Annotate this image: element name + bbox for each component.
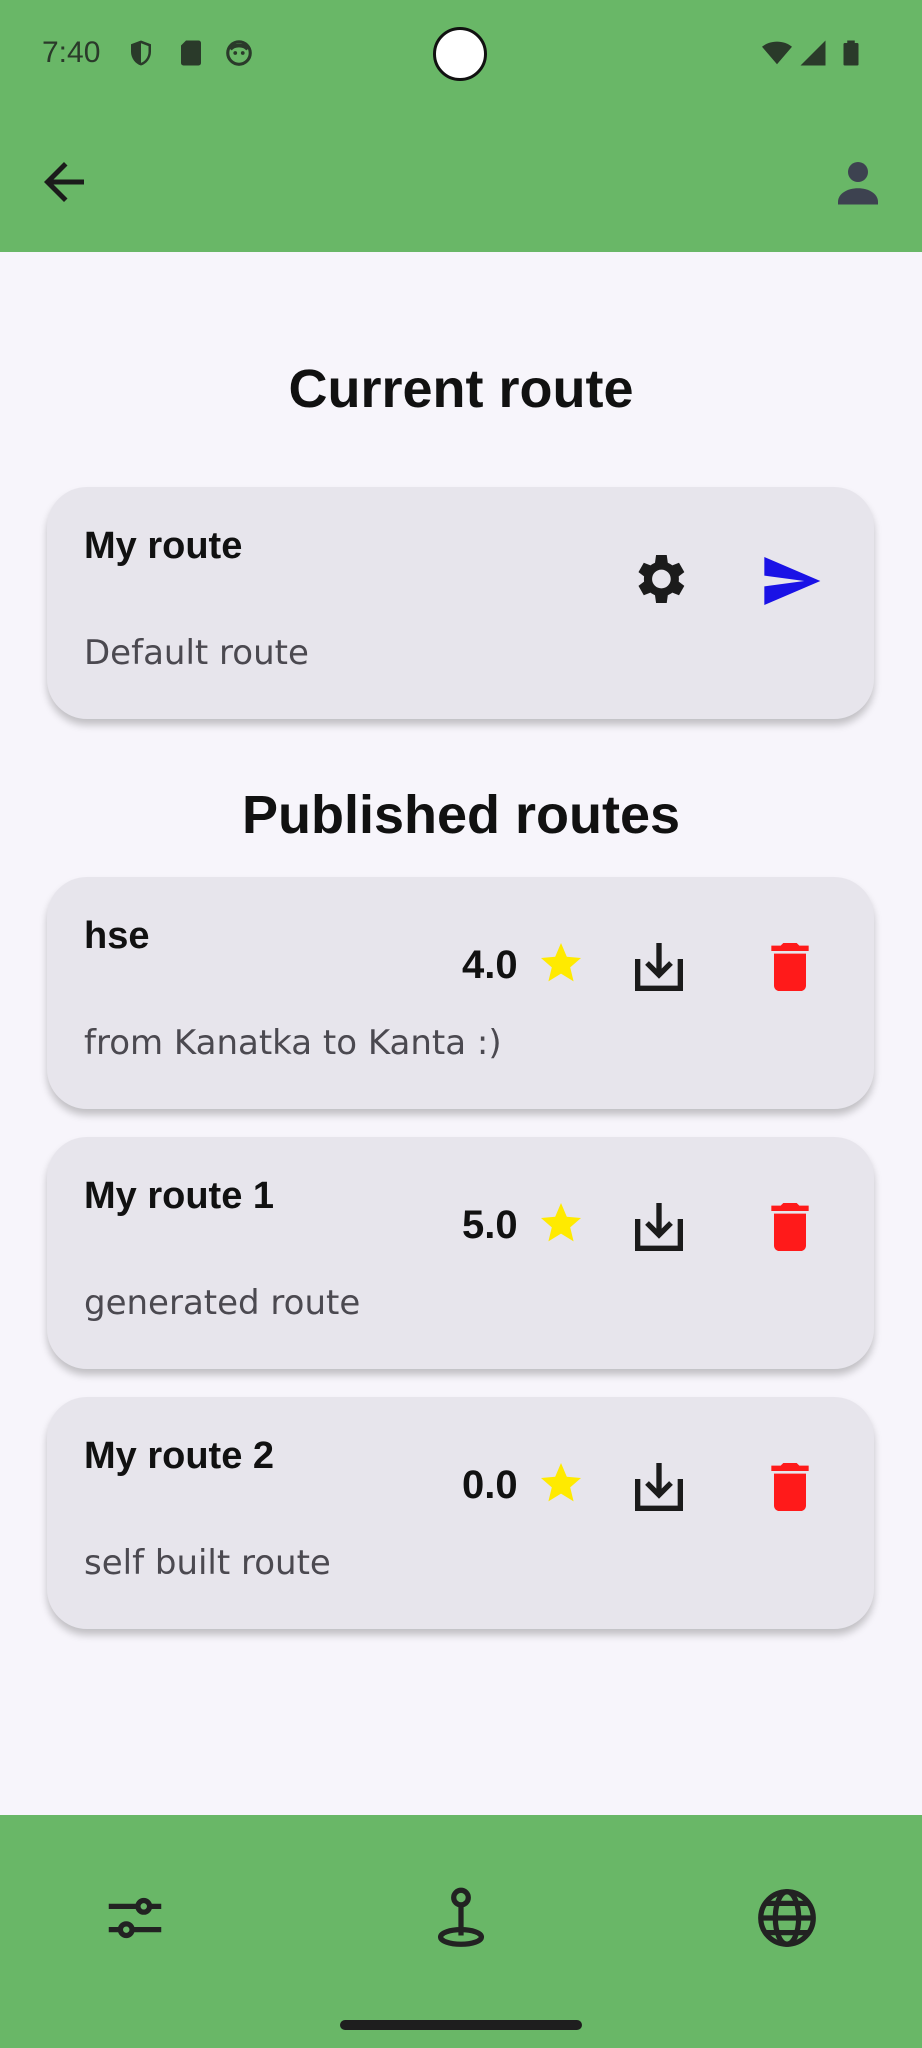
face-icon xyxy=(226,40,252,66)
published-route-card[interactable]: My route 2 self built route 0.0 xyxy=(47,1397,874,1629)
route-rating: 4.0 xyxy=(462,943,518,987)
current-route-heading: Current route xyxy=(288,359,634,419)
route-rating: 5.0 xyxy=(462,1203,518,1247)
star-icon xyxy=(541,1463,581,1502)
route-name: hse xyxy=(84,915,150,957)
published-routes-heading: Published routes xyxy=(241,785,681,845)
download-icon[interactable] xyxy=(627,1455,691,1519)
published-route-card[interactable]: hse from Kanatka to Kanta :) 4.0 xyxy=(47,877,874,1109)
delete-icon[interactable] xyxy=(758,1195,822,1259)
status-time: 7:40 xyxy=(42,36,101,69)
wifi-icon xyxy=(762,41,792,65)
current-route-card[interactable]: My route Default route xyxy=(47,487,874,719)
route-pin-icon[interactable] xyxy=(426,1883,496,1953)
download-icon[interactable] xyxy=(627,935,691,999)
camera-cutout xyxy=(433,27,487,81)
route-rating: 0.0 xyxy=(462,1463,518,1507)
route-name: My route xyxy=(84,525,243,567)
battery-icon xyxy=(843,40,859,66)
back-arrow-icon[interactable] xyxy=(34,152,94,212)
route-description: generated route xyxy=(84,1283,361,1323)
shield-icon xyxy=(131,40,151,66)
route-name: My route 2 xyxy=(84,1435,275,1477)
star-icon xyxy=(541,1203,581,1242)
send-icon[interactable] xyxy=(759,549,823,613)
bottom-nav-bar xyxy=(0,1815,922,2048)
app-bar: 7:40 xyxy=(0,0,922,252)
route-name: My route 1 xyxy=(84,1175,275,1217)
published-route-card[interactable]: My route 1 generated route 5.0 xyxy=(47,1137,874,1369)
delete-icon[interactable] xyxy=(758,1455,822,1519)
account-icon[interactable] xyxy=(828,152,888,212)
home-indicator[interactable] xyxy=(340,2020,582,2030)
route-description: Default route xyxy=(84,633,309,673)
route-description: from Kanatka to Kanta :) xyxy=(84,1023,502,1063)
status-bar: 7:40 xyxy=(0,0,922,110)
globe-icon[interactable] xyxy=(752,1883,822,1953)
route-description: self built route xyxy=(84,1543,331,1583)
delete-icon[interactable] xyxy=(758,935,822,999)
settings-icon[interactable] xyxy=(627,547,691,611)
signal-icon xyxy=(800,40,826,66)
filters-icon[interactable] xyxy=(100,1883,170,1953)
sd-card-icon xyxy=(181,40,201,66)
download-icon[interactable] xyxy=(627,1195,691,1259)
star-icon xyxy=(541,943,581,982)
